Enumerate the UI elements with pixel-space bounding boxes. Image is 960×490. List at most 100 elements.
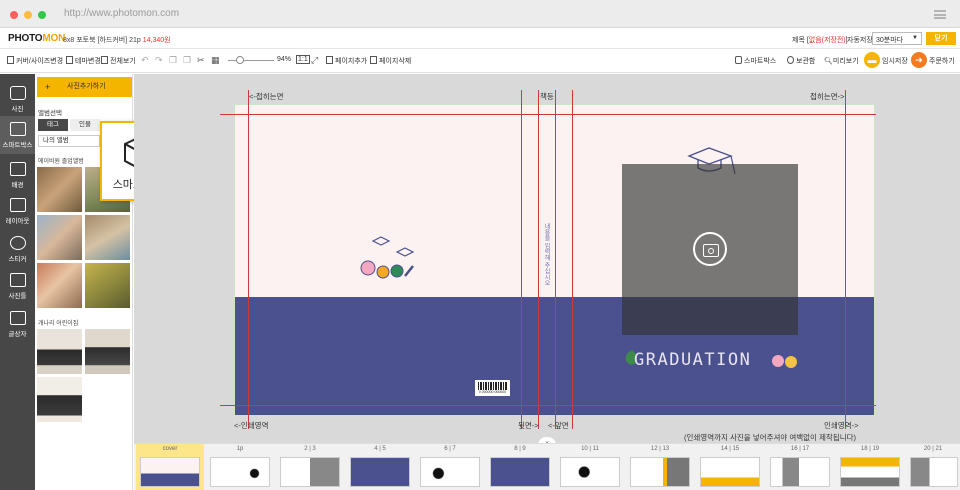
- photo-thumbnail[interactable]: [37, 263, 82, 308]
- filmstrip-item-page[interactable]: 12 | 13: [626, 444, 694, 490]
- cover-size-button[interactable]: 커버/사이즈변경: [7, 56, 63, 66]
- maximize-window-dot[interactable]: [38, 11, 46, 19]
- photo-thumbnail[interactable]: [85, 329, 130, 374]
- smartbox-toolbar-button[interactable]: 스마트박스: [735, 56, 776, 66]
- filmstrip-item-page[interactable]: 10 | 11: [556, 444, 624, 490]
- filmstrip-item-page[interactable]: 6 | 7: [416, 444, 484, 490]
- autosave-select[interactable]: 30분마다 ▼: [872, 32, 922, 45]
- face-decoration: [772, 355, 797, 368]
- fit-screen-icon[interactable]: ⤢: [311, 55, 318, 66]
- product-info: 8x8 포토북 [하드커버] 21p 14,340원: [63, 37, 171, 44]
- tab-person[interactable]: 인물: [70, 119, 100, 131]
- delete-page-button[interactable]: 페이지삭제: [370, 56, 411, 66]
- spine-label: 책등: [540, 92, 554, 101]
- storage-button[interactable]: 보관함: [787, 56, 815, 66]
- zoom-slider-track[interactable]: [228, 60, 274, 61]
- product-price: 14,340원: [142, 37, 171, 44]
- filmstrip-item-page[interactable]: 1p: [206, 444, 274, 490]
- filmstrip-item-page[interactable]: 4 | 5: [346, 444, 414, 490]
- rail-item-background[interactable]: 배경: [0, 156, 35, 194]
- heart-icon: [9, 236, 26, 250]
- album-section-title: 개나리 어린이집: [38, 321, 79, 327]
- add-photo-button[interactable]: + 사진추가하기: [37, 77, 132, 97]
- filmstrip-item-page[interactable]: 14 | 15: [696, 444, 764, 490]
- fold-label-right: 접히는면->: [810, 92, 845, 101]
- layout-icon: [9, 198, 26, 212]
- fold-label-left: <-접히는면: [249, 92, 284, 101]
- address-bar-url[interactable]: http://www.photomon.com: [64, 8, 179, 19]
- close-editor-button[interactable]: 닫기: [926, 32, 956, 45]
- print-area-label-left: <-인쇄영역: [234, 421, 269, 430]
- order-button[interactable]: 주문하기: [929, 56, 955, 66]
- cut-icon[interactable]: ✂: [197, 55, 205, 66]
- autosave-label: 자동저장: [847, 37, 873, 44]
- preview-button[interactable]: 🔍︎미리보기: [824, 56, 859, 66]
- share-icon: [787, 56, 794, 64]
- photo-thumbnail[interactable]: [37, 329, 82, 374]
- bleed-guide-top: [220, 114, 876, 115]
- theme-change-button[interactable]: 테마변경: [66, 56, 101, 66]
- editor-canvas: <-접히는면 책등 접히는면-> <-인쇄영역 뒷면-> <-앞면 인쇄영역->…: [134, 74, 960, 447]
- folder-icon[interactable]: ▬: [864, 52, 880, 68]
- magnifier-icon: 🔍︎: [824, 58, 833, 65]
- photo-thumbnail[interactable]: [85, 263, 130, 308]
- filmstrip-item-page[interactable]: 16 | 17: [766, 444, 834, 490]
- rail-item-sticker[interactable]: 스티커: [0, 230, 35, 268]
- photo-thumbnail[interactable]: [37, 215, 82, 260]
- plus-icon: +: [45, 82, 51, 92]
- zoom-slider-handle[interactable]: [236, 56, 244, 64]
- grid-toggle-icon[interactable]: ▦: [211, 55, 220, 66]
- zoom-value: 94%: [277, 56, 292, 63]
- fold-guide-right: [845, 90, 846, 429]
- frame-icon: [9, 273, 26, 287]
- rail-item-frame[interactable]: 사진틀: [0, 267, 35, 305]
- add-page-button[interactable]: 페이지추가: [326, 56, 367, 66]
- rail-item-photo[interactable]: 사진: [0, 80, 35, 118]
- hamburger-menu-icon[interactable]: [934, 10, 946, 19]
- minimize-window-dot[interactable]: [24, 11, 32, 19]
- undo-icon[interactable]: ↶: [141, 55, 149, 66]
- filmstrip-item-page[interactable]: 2 | 3: [276, 444, 344, 490]
- chevron-down-icon: ▼: [912, 35, 918, 41]
- editor-toolbar: 커버/사이즈변경 테마변경 전체보기 ↶ ↷ ❐ ❐ ✂ ▦ 94% 1:1 ⤢…: [0, 49, 960, 73]
- full-view-button[interactable]: 전체보기: [101, 56, 136, 66]
- close-window-dot[interactable]: [10, 11, 18, 19]
- delete-page-icon: [370, 56, 377, 64]
- image-icon: [9, 162, 26, 176]
- add-photo-camera-icon[interactable]: [693, 232, 727, 266]
- rail-item-smartbox[interactable]: 스마트박스: [0, 116, 35, 154]
- browser-chrome: http://www.photomon.com: [0, 0, 960, 28]
- graduation-sticker[interactable]: [357, 232, 421, 288]
- filmstrip-item-page[interactable]: 8 | 9: [486, 444, 554, 490]
- print-area-note: (인쇄영역까지 사진을 넣어주셔야 여백없이 제작됩니다): [684, 433, 857, 442]
- copy-icon[interactable]: ❐: [169, 55, 177, 66]
- redo-icon[interactable]: ↷: [155, 55, 163, 66]
- page-icon: [7, 56, 14, 64]
- add-page-icon: [326, 56, 333, 64]
- spine-guide-3: [555, 90, 556, 429]
- arrow-right-icon[interactable]: ➔: [911, 52, 927, 68]
- smartbox-icon: [9, 122, 26, 136]
- temp-save-button[interactable]: 임시저장: [882, 56, 908, 66]
- paste-icon[interactable]: ❐: [183, 55, 191, 66]
- filmstrip-item-page[interactable]: 18 | 19: [836, 444, 904, 490]
- album-select-label: 앨범선택: [38, 110, 62, 117]
- actual-size-button[interactable]: 1:1: [296, 55, 310, 64]
- tab-tag[interactable]: 태그: [38, 119, 68, 131]
- photomon-logo: PHOTOMON: [8, 33, 66, 44]
- photo-thumbnail[interactable]: [85, 215, 130, 260]
- rail-item-textbox[interactable]: 글상자: [0, 305, 35, 343]
- album-section-title: 에이비원 졸업앨범: [38, 159, 84, 165]
- spine-text-box[interactable]: 내용을 입력해 주십시오: [541, 223, 551, 303]
- rail-item-layout[interactable]: 레이아웃: [0, 192, 35, 230]
- page-filmstrip: cover 1p 2 | 3 4 | 5 6 | 7 8 | 9 10 | 11…: [134, 443, 960, 490]
- photo-thumbnail[interactable]: [37, 377, 82, 422]
- my-album-select[interactable]: 나의 앨범: [38, 135, 100, 147]
- bleed-guide-bottom: [220, 405, 876, 406]
- bookmark-icon: [66, 56, 73, 64]
- spine-guide-1: [521, 90, 522, 429]
- graduation-title[interactable]: GRADUATION: [634, 350, 751, 370]
- filmstrip-item-cover[interactable]: cover: [136, 444, 204, 490]
- filmstrip-item-page[interactable]: 20 | 21: [906, 444, 960, 490]
- photo-thumbnail[interactable]: [37, 167, 82, 212]
